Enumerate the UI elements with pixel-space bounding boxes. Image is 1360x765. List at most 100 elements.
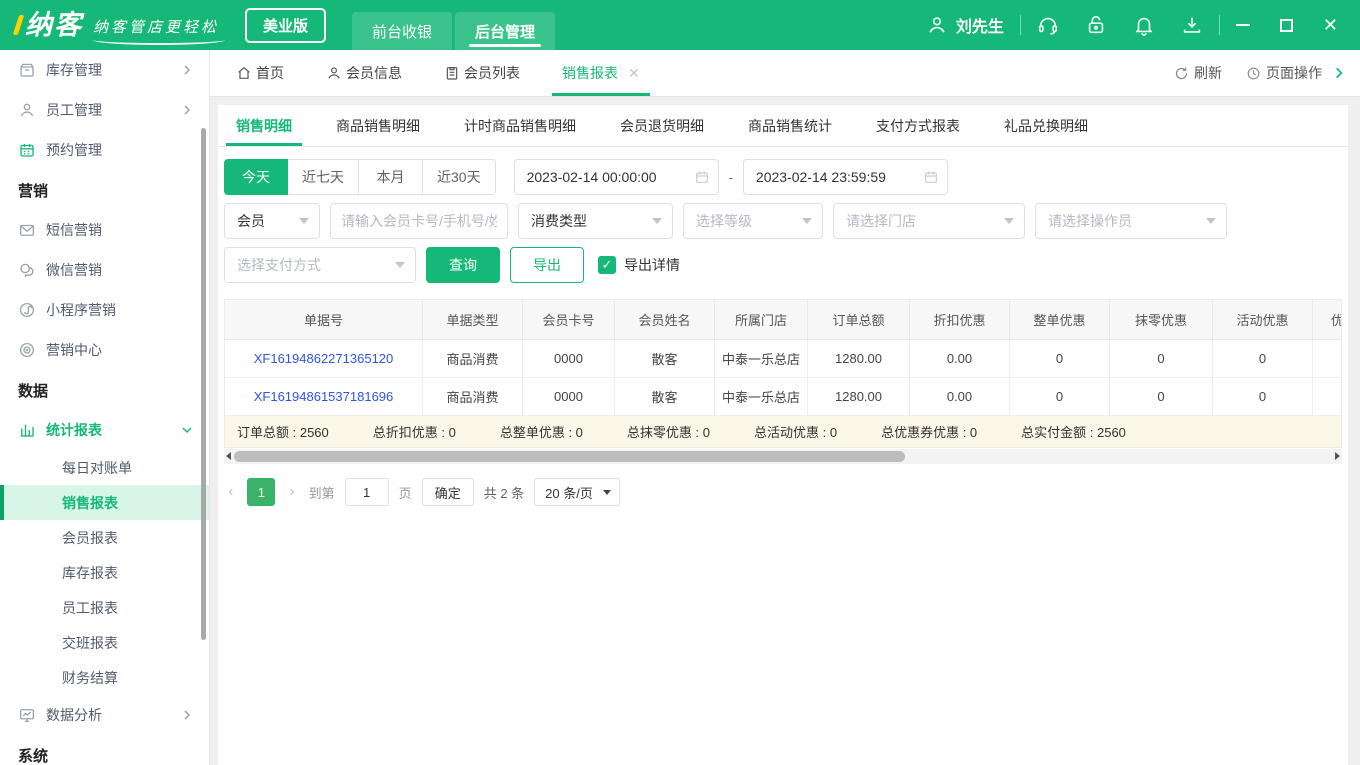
next-page-button[interactable]: ›	[285, 483, 298, 501]
download-icon[interactable]	[1181, 14, 1203, 36]
horizontal-scrollbar-thumb[interactable]	[234, 451, 905, 462]
goto-page-input[interactable]	[345, 478, 389, 506]
quick-range-today-button[interactable]: 今天	[224, 159, 288, 195]
tab-member-list[interactable]: 会员列表	[438, 50, 526, 96]
summary-paid-total: 总实付金额 : 2560	[1021, 422, 1126, 441]
sidebar-item-inventory[interactable]: 库存管理	[0, 50, 209, 90]
tab-label: 会员信息	[346, 63, 402, 83]
sidebar-item-booking[interactable]: 预约管理	[0, 130, 209, 170]
member-type-select[interactable]: 会员	[224, 203, 320, 239]
headset-support-icon[interactable]	[1037, 14, 1059, 36]
inventory-box-icon	[18, 61, 36, 79]
order-no-link[interactable]: XF16194862271365120	[225, 340, 423, 378]
subtab-sales-detail[interactable]: 销售明细	[236, 105, 292, 146]
quick-range-month-button[interactable]: 本月	[359, 159, 423, 195]
sidebar-subitem-staff-report[interactable]: 员工报表	[0, 590, 209, 625]
goto-confirm-button[interactable]: 确定	[422, 478, 474, 506]
col-activity-discount: 活动优惠	[1213, 300, 1313, 340]
content-wrap: 销售明细 商品销售明细 计时商品销售明细 会员退货明细 商品销售统计 支付方式报…	[210, 97, 1360, 765]
page-size-select[interactable]: 20 条/页	[534, 478, 620, 506]
sidebar-scrollbar[interactable]	[201, 128, 206, 640]
table-header-row: 单据号 单据类型 会员卡号 会员姓名 所属门店 订单总额 折扣优惠 整单优惠 抹…	[225, 300, 1342, 340]
nav-tab-front-cashier[interactable]: 前台收银	[352, 12, 452, 50]
close-button[interactable]: ✕	[1323, 16, 1338, 34]
subtab-member-refund-detail[interactable]: 会员退货明细	[620, 105, 704, 146]
subtab-product-sales-detail[interactable]: 商品销售明细	[336, 105, 420, 146]
horizontal-scrollbar[interactable]	[224, 449, 1342, 464]
start-date-input[interactable]: 2023-02-14 00:00:00	[514, 159, 719, 195]
sidebar-item-label: 数据分析	[46, 705, 181, 725]
app-window: 纳客 纳客管店更轻松 美业版 前台收银 后台管理 刘先生	[0, 0, 1360, 765]
order-no-link[interactable]: XF16194861537181696	[225, 378, 423, 416]
subtab-payment-method-report[interactable]: 支付方式报表	[876, 105, 960, 146]
header-nav-tabs: 前台收银 后台管理	[352, 12, 555, 50]
tab-home[interactable]: 首页	[230, 50, 290, 96]
end-date-value: 2023-02-14 23:59:59	[756, 169, 886, 185]
member-search-input[interactable]	[330, 203, 508, 239]
sidebar-subitem-financial-settlement[interactable]: 财务结算	[0, 660, 209, 695]
consume-type-select[interactable]: 消费类型	[518, 203, 673, 239]
sidebar-subitem-daily-reconciliation[interactable]: 每日对账单	[0, 450, 209, 485]
bell-notification-icon[interactable]	[1133, 14, 1155, 36]
payment-method-select[interactable]: 选择支付方式	[224, 247, 416, 283]
totals-summary-bar: 订单总额 : 2560 总折扣优惠 : 0 总整单优惠 : 0 总抹零优惠 : …	[224, 416, 1342, 448]
sidebar-item-data-analysis[interactable]: 数据分析	[0, 695, 209, 735]
expand-right-icon[interactable]	[1332, 66, 1346, 80]
user-icon	[926, 14, 948, 36]
sidebar-item-label: 小程序营销	[46, 300, 193, 320]
store-placeholder: 请选择门店	[846, 211, 916, 231]
bar-chart-icon	[18, 421, 36, 439]
quick-range-30days-button[interactable]: 近30天	[423, 159, 496, 195]
cell-store: 中泰一乐总店	[715, 340, 808, 378]
tab-sales-report[interactable]: 销售报表 ✕	[556, 50, 646, 96]
refresh-icon	[1174, 66, 1189, 81]
operator-select[interactable]: 请选择操作员	[1035, 203, 1227, 239]
user-area[interactable]: 刘先生	[926, 13, 1004, 37]
level-select[interactable]: 选择等级	[683, 203, 823, 239]
tab-close-icon[interactable]: ✕	[628, 65, 640, 82]
summary-rounding-total: 总抹零优惠 : 0	[627, 422, 710, 441]
sidebar-item-sms-marketing[interactable]: 短信营销	[0, 210, 209, 250]
edition-badge-button[interactable]: 美业版	[245, 8, 326, 43]
query-button[interactable]: 查询	[426, 247, 500, 283]
sidebar-item-label: 统计报表	[46, 420, 181, 440]
lock-icon[interactable]	[1085, 14, 1107, 36]
maximize-button[interactable]	[1280, 19, 1293, 32]
col-card-no: 会员卡号	[523, 300, 615, 340]
end-date-input[interactable]: 2023-02-14 23:59:59	[743, 159, 948, 195]
sidebar-subitem-inventory-report[interactable]: 库存报表	[0, 555, 209, 590]
quick-range-7days-button[interactable]: 近七天	[288, 159, 359, 195]
sidebar-item-staff[interactable]: 员工管理	[0, 90, 209, 130]
prev-page-button[interactable]: ‹	[224, 483, 237, 501]
chevron-right-icon	[181, 64, 193, 76]
staff-person-icon	[18, 101, 36, 119]
minimize-button[interactable]	[1236, 24, 1250, 26]
date-range-separator: -	[729, 170, 733, 185]
calendar-icon	[923, 169, 939, 185]
header-icons	[1037, 14, 1203, 36]
sidebar-item-miniprogram-marketing[interactable]: 小程序营销	[0, 290, 209, 330]
page-actions-icon	[1246, 66, 1261, 81]
subtab-gift-redemption-detail[interactable]: 礼品兑换明细	[1004, 105, 1088, 146]
sidebar-item-marketing-center[interactable]: 营销中心	[0, 330, 209, 370]
subtab-product-sales-stats[interactable]: 商品销售统计	[748, 105, 832, 146]
page-number-button[interactable]: 1	[247, 478, 275, 506]
export-detail-checkbox-wrap[interactable]: ✓ 导出详情	[598, 255, 680, 275]
scroll-right-arrow-icon[interactable]	[1335, 452, 1340, 460]
filter-row-actions: 选择支付方式 查询 导出 ✓ 导出详情	[224, 247, 1342, 283]
sidebar-subitem-member-report[interactable]: 会员报表	[0, 520, 209, 555]
page-actions[interactable]: 页面操作	[1246, 63, 1322, 83]
nav-tab-back-management[interactable]: 后台管理	[455, 12, 555, 50]
scroll-left-arrow-icon[interactable]	[226, 452, 231, 460]
sidebar-item-statistics-reports[interactable]: 统计报表	[0, 410, 209, 450]
export-button[interactable]: 导出	[510, 247, 584, 283]
sidebar-item-wechat-marketing[interactable]: 微信营销	[0, 250, 209, 290]
sidebar-subitem-sales-report[interactable]: 销售报表	[0, 485, 209, 520]
checkbox-checked-icon[interactable]: ✓	[598, 256, 616, 274]
tab-member-info[interactable]: 会员信息	[320, 50, 408, 96]
subtab-timed-product-sales-detail[interactable]: 计时商品销售明细	[464, 105, 576, 146]
brand-tagline: 纳客管店更轻松	[93, 16, 219, 39]
store-select[interactable]: 请选择门店	[833, 203, 1025, 239]
refresh-action[interactable]: 刷新	[1174, 63, 1222, 83]
sidebar-subitem-shift-report[interactable]: 交班报表	[0, 625, 209, 660]
